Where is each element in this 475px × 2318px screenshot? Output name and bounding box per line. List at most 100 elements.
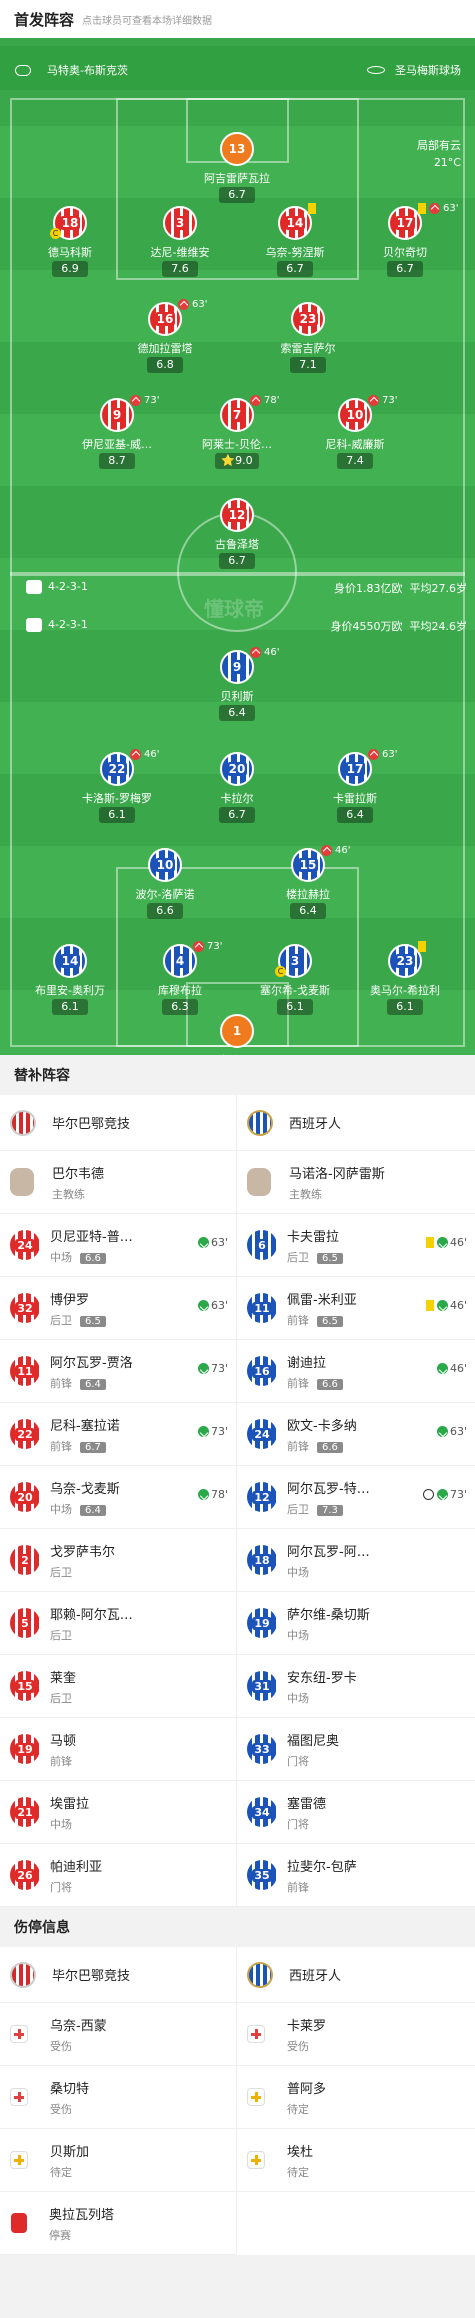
- player-shirt[interactable]: 17: [338, 752, 372, 786]
- injury-row[interactable]: 贝斯加 待定: [0, 2129, 236, 2192]
- sub-player-row[interactable]: 18 阿尔瓦罗-阿… 中场: [237, 1529, 475, 1592]
- player-events: 78': [250, 395, 279, 406]
- sub-info: 萨尔维-桑切斯 中场: [287, 1604, 370, 1643]
- sub-player-row[interactable]: 26 帕迪利亚 门将: [0, 1844, 236, 1907]
- player-name: 楼拉赫拉: [286, 888, 330, 901]
- injured-player-name: 普阿多: [287, 2081, 327, 2097]
- injured-player-name: 埃杜: [287, 2144, 314, 2160]
- player-shirt[interactable]: 9: [220, 650, 254, 684]
- home-coach[interactable]: 巴尔韦德 主教练: [0, 1151, 236, 1214]
- sub-shirt: 31: [247, 1671, 277, 1701]
- injury-row[interactable]: 普阿多 待定: [237, 2066, 475, 2129]
- shirt-number: 33: [252, 1742, 272, 1756]
- player-shirt[interactable]: 20: [220, 752, 254, 786]
- injury-row[interactable]: 桑切特 受伤: [0, 2066, 236, 2129]
- away-team-row[interactable]: 西班牙人: [237, 1947, 475, 2003]
- sub-name: 塞雷德: [287, 1796, 327, 1812]
- player-shirt[interactable]: 9: [100, 398, 134, 432]
- sub-player-row[interactable]: 11 佩雷-米利亚 前锋 6.5 46': [237, 1277, 475, 1340]
- sub-minute: 63': [192, 299, 208, 310]
- player-shirt[interactable]: 14: [278, 206, 312, 240]
- venue-bar: 马特奥-布斯克茨 圣马梅斯球场: [0, 46, 475, 90]
- sub-player-row[interactable]: 21 埃雷拉 中场: [0, 1781, 236, 1844]
- injured-player-name: 奥拉瓦列塔: [49, 2207, 115, 2223]
- sub-player-row[interactable]: 19 马顿 前锋: [0, 1718, 236, 1781]
- sub-player-row[interactable]: 16 谢迪拉 前锋 6.6 46': [237, 1340, 475, 1403]
- rating-value: 9.0: [235, 454, 253, 467]
- sub-position-line: 门将: [287, 1753, 339, 1769]
- sub-position-line: 后卫: [50, 1627, 133, 1643]
- sub-rating: 7.3: [317, 1504, 343, 1516]
- sub-player-row[interactable]: 24 贝尼亚特-普… 中场 6.6 63': [0, 1214, 236, 1277]
- shirt-number: 18: [252, 1553, 272, 1567]
- player-shirt[interactable]: 12: [220, 498, 254, 532]
- home-team-row[interactable]: 毕尔巴鄂竞技: [0, 1947, 236, 2003]
- home-team-row[interactable]: 毕尔巴鄂竞技: [0, 1095, 236, 1151]
- shirt-number: 1: [232, 1024, 242, 1038]
- sub-player-row[interactable]: 32 博伊罗 后卫 6.5 63': [0, 1277, 236, 1340]
- sub-player-row[interactable]: 35 拉斐尔-包萨 前锋: [237, 1844, 475, 1907]
- sub-player-row[interactable]: 11 阿尔瓦罗-贾洛 前锋 6.4 73': [0, 1340, 236, 1403]
- sub-position: 门将: [50, 1880, 72, 1894]
- player-shirt[interactable]: 14: [53, 944, 87, 978]
- sub-player-row[interactable]: 15 莱奎 后卫: [0, 1655, 236, 1718]
- shirt-number: 2: [19, 1553, 31, 1567]
- player-shirt[interactable]: 23: [388, 944, 422, 978]
- sub-player-row[interactable]: 34 塞雷德 门将: [237, 1781, 475, 1844]
- player-shirt[interactable]: 22: [100, 752, 134, 786]
- player-shirt[interactable]: 4: [163, 944, 197, 978]
- sub-shirt: 11: [10, 1356, 40, 1386]
- sub-minute: 73': [382, 395, 398, 406]
- sub-shirt: 35: [247, 1860, 277, 1890]
- injuries-title: 伤停信息: [0, 1907, 475, 1947]
- sub-on-icon: [197, 1426, 209, 1437]
- sub-event: 73': [422, 1488, 467, 1501]
- sub-player-row[interactable]: 12 阿尔瓦罗-特… 后卫 7.3 73': [237, 1466, 475, 1529]
- weather-desc: 局部有云: [417, 139, 461, 152]
- player-events: [418, 941, 429, 952]
- player-shirt[interactable]: 17: [388, 206, 422, 240]
- sub-minute: 63': [443, 203, 459, 214]
- sub-player-row[interactable]: 20 乌奈-戈麦斯 中场 6.4 78': [0, 1466, 236, 1529]
- sub-event: 73': [197, 1362, 228, 1375]
- sub-minute: 63': [210, 1299, 228, 1312]
- sub-player-row[interactable]: 6 卡夫雷拉 后卫 6.5 46': [237, 1214, 475, 1277]
- sub-player-row[interactable]: 2 戈罗萨韦尔 后卫: [0, 1529, 236, 1592]
- player-shirt[interactable]: 15: [291, 848, 325, 882]
- injury-row[interactable]: 乌奈-西蒙 受伤: [0, 2003, 236, 2066]
- injury-row[interactable]: 卡莱罗 受伤: [237, 2003, 475, 2066]
- sub-name: 萨尔维-桑切斯: [287, 1607, 370, 1623]
- player-name: 贝利斯: [220, 690, 254, 703]
- sub-player-row[interactable]: 31 安东纽-罗卡 中场: [237, 1655, 475, 1718]
- injury-row[interactable]: 奥拉瓦列塔 停赛: [0, 2192, 236, 2255]
- player-shirt[interactable]: 7: [220, 398, 254, 432]
- avg-age: 平均27.6岁: [409, 582, 468, 595]
- doubtful-icon: [247, 2151, 265, 2169]
- sub-player-row[interactable]: 5 耶赖-阿尔瓦… 后卫: [0, 1592, 236, 1655]
- player-shirt[interactable]: 23: [291, 302, 325, 336]
- shirt-number: 17: [394, 216, 416, 230]
- team-name: 毕尔巴鄂竞技: [52, 1969, 131, 1984]
- sub-name: 拉斐尔-包萨: [287, 1859, 357, 1875]
- sub-player-row[interactable]: 24 欧文-卡多纳 前锋 6.6 63': [237, 1403, 475, 1466]
- sub-minute: 46': [335, 845, 351, 856]
- injury-row[interactable]: 埃杜 待定: [237, 2129, 475, 2192]
- player-shirt[interactable]: 16: [148, 302, 182, 336]
- player-shirt[interactable]: 3: [163, 206, 197, 240]
- sub-name: 戈罗萨韦尔: [50, 1544, 116, 1560]
- coach-role: 主教练: [289, 1187, 322, 1201]
- sub-player-row[interactable]: 22 尼科-塞拉诺 前锋 6.7 73': [0, 1403, 236, 1466]
- sub-rating: 6.7: [80, 1441, 106, 1453]
- player-shirt[interactable]: 13: [220, 132, 254, 166]
- player-shirt[interactable]: 10: [338, 398, 372, 432]
- player-shirt[interactable]: 10: [148, 848, 182, 882]
- away-team-row[interactable]: 西班牙人: [237, 1095, 475, 1151]
- away-coach[interactable]: 马诺洛-冈萨雷斯 主教练: [237, 1151, 475, 1214]
- sub-player-row[interactable]: 19 萨尔维-桑切斯 中场: [237, 1592, 475, 1655]
- sub-player-row[interactable]: 33 福图尼奥 门将: [237, 1718, 475, 1781]
- captain-badge: C: [50, 228, 61, 239]
- squad-value: 身价1.83亿欧: [334, 582, 403, 595]
- player-shirt[interactable]: 1: [220, 1014, 254, 1048]
- sub-position: 门将: [287, 1817, 309, 1831]
- sub-name: 尼科-塞拉诺: [50, 1418, 120, 1434]
